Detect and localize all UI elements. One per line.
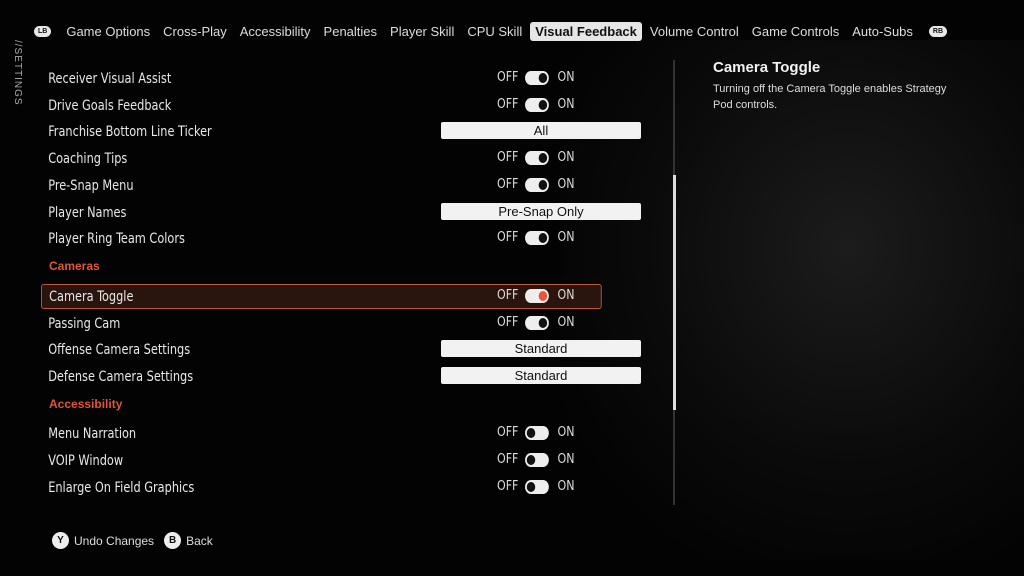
y-button-icon[interactable]: Y — [52, 532, 69, 549]
tab-accessibility[interactable]: Accessibility — [235, 22, 316, 41]
on-label: ON — [557, 230, 575, 245]
toggle-switch[interactable]: OFF ON — [497, 315, 574, 330]
toggle-switch[interactable]: OFF ON — [497, 97, 574, 112]
switch-knob — [538, 152, 548, 163]
on-label: ON — [557, 315, 575, 330]
switch-knob — [538, 72, 548, 83]
tab-volume-control[interactable]: Volume Control — [645, 22, 744, 41]
help-text: Turning off the Camera Toggle enables St… — [713, 83, 947, 111]
toggle-switch[interactable]: OFF ON — [497, 288, 574, 303]
switch-knob — [538, 290, 548, 301]
on-label: ON — [557, 452, 575, 467]
toggle-switch[interactable]: OFF ON — [497, 425, 574, 440]
switch-track[interactable] — [525, 150, 550, 165]
on-label: ON — [557, 97, 575, 112]
section-header: Accessibility — [49, 397, 123, 411]
setting-label: VOIP Window — [48, 452, 124, 469]
off-label: OFF — [497, 452, 519, 467]
dropdown-value[interactable]: Pre-Snap Only — [441, 203, 641, 220]
background-art — [560, 40, 1024, 560]
switch-knob — [538, 232, 548, 243]
off-label: OFF — [497, 315, 519, 330]
off-label: OFF — [497, 70, 519, 85]
off-label: OFF — [497, 479, 519, 494]
off-label: OFF — [497, 177, 519, 192]
switch-track[interactable] — [525, 479, 550, 494]
switch-track[interactable] — [525, 70, 550, 85]
tab-cpu-skill[interactable]: CPU Skill — [462, 22, 527, 41]
off-label: OFF — [497, 425, 519, 440]
switch-knob — [538, 99, 548, 110]
toggle-switch[interactable]: OFF ON — [497, 150, 574, 165]
setting-label: Offense Camera Settings — [48, 341, 191, 358]
off-label: OFF — [497, 97, 519, 112]
setting-label: Menu Narration — [48, 425, 137, 442]
switch-track[interactable] — [525, 315, 550, 330]
dropdown-value[interactable]: All — [441, 122, 641, 139]
section-header: Cameras — [49, 259, 100, 273]
on-label: ON — [557, 177, 575, 192]
off-label: OFF — [497, 288, 519, 303]
setting-label: Player Names — [48, 204, 127, 221]
tab-visual-feedback[interactable]: Visual Feedback — [530, 21, 642, 41]
back-label[interactable]: Back — [186, 534, 213, 548]
toggle-switch[interactable]: OFF ON — [497, 452, 574, 467]
help-title: Camera Toggle — [713, 59, 821, 76]
on-label: ON — [557, 70, 575, 85]
rb-bumper-icon[interactable]: RB — [928, 25, 948, 37]
footer-actions: Y Undo Changes B Back — [52, 532, 213, 549]
setting-label: Player Ring Team Colors — [48, 230, 185, 247]
tab-game-options[interactable]: Game Options — [61, 22, 155, 41]
setting-label: Passing Cam — [48, 315, 121, 332]
setting-label: Coaching Tips — [48, 150, 128, 167]
switch-knob — [538, 317, 548, 328]
toggle-switch[interactable]: OFF ON — [497, 230, 574, 245]
toggle-switch[interactable]: OFF ON — [497, 479, 574, 494]
switch-track[interactable] — [525, 97, 550, 112]
toggle-switch[interactable]: OFF ON — [497, 177, 574, 192]
switch-knob — [538, 179, 548, 190]
switch-knob — [526, 481, 536, 492]
setting-label: Defense Camera Settings — [48, 368, 194, 385]
switch-track[interactable] — [525, 230, 550, 245]
tab-game-controls[interactable]: Game Controls — [747, 22, 844, 41]
on-label: ON — [557, 288, 575, 303]
off-label: OFF — [497, 150, 519, 165]
side-label: //SETTINGS — [12, 40, 23, 106]
lb-bumper-icon[interactable]: LB — [34, 25, 52, 37]
dropdown-value[interactable]: Standard — [441, 367, 641, 384]
tab-cross-play[interactable]: Cross-Play — [158, 22, 232, 41]
off-label: OFF — [497, 230, 519, 245]
switch-knob — [526, 454, 536, 465]
dropdown-value[interactable]: Standard — [441, 340, 641, 357]
on-label: ON — [557, 479, 575, 494]
scrollbar-thumb[interactable] — [673, 175, 676, 410]
setting-label: Receiver Visual Assist — [48, 70, 172, 87]
setting-label: Enlarge On Field Graphics — [48, 479, 195, 496]
on-label: ON — [557, 425, 575, 440]
setting-label: Pre-Snap Menu — [48, 177, 134, 194]
setting-label: Franchise Bottom Line Ticker — [48, 123, 212, 140]
b-button-icon[interactable]: B — [164, 532, 182, 549]
tab-player-skill[interactable]: Player Skill — [385, 22, 459, 41]
switch-track[interactable] — [525, 452, 550, 467]
tab-auto-subs[interactable]: Auto-Subs — [847, 22, 918, 41]
on-label: ON — [557, 150, 575, 165]
setting-label: Drive Goals Feedback — [48, 97, 172, 114]
switch-knob — [526, 427, 536, 438]
switch-track[interactable] — [525, 177, 550, 192]
switch-track[interactable] — [525, 425, 550, 440]
setting-label: Camera Toggle — [49, 288, 134, 305]
tab-bar: LB Game Options Cross-Play Accessibility Pen… — [34, 20, 948, 42]
switch-track[interactable] — [525, 288, 550, 303]
undo-changes-label[interactable]: Undo Changes — [74, 534, 154, 548]
toggle-switch[interactable]: OFF ON — [497, 70, 574, 85]
tab-penalties[interactable]: Penalties — [319, 22, 382, 41]
